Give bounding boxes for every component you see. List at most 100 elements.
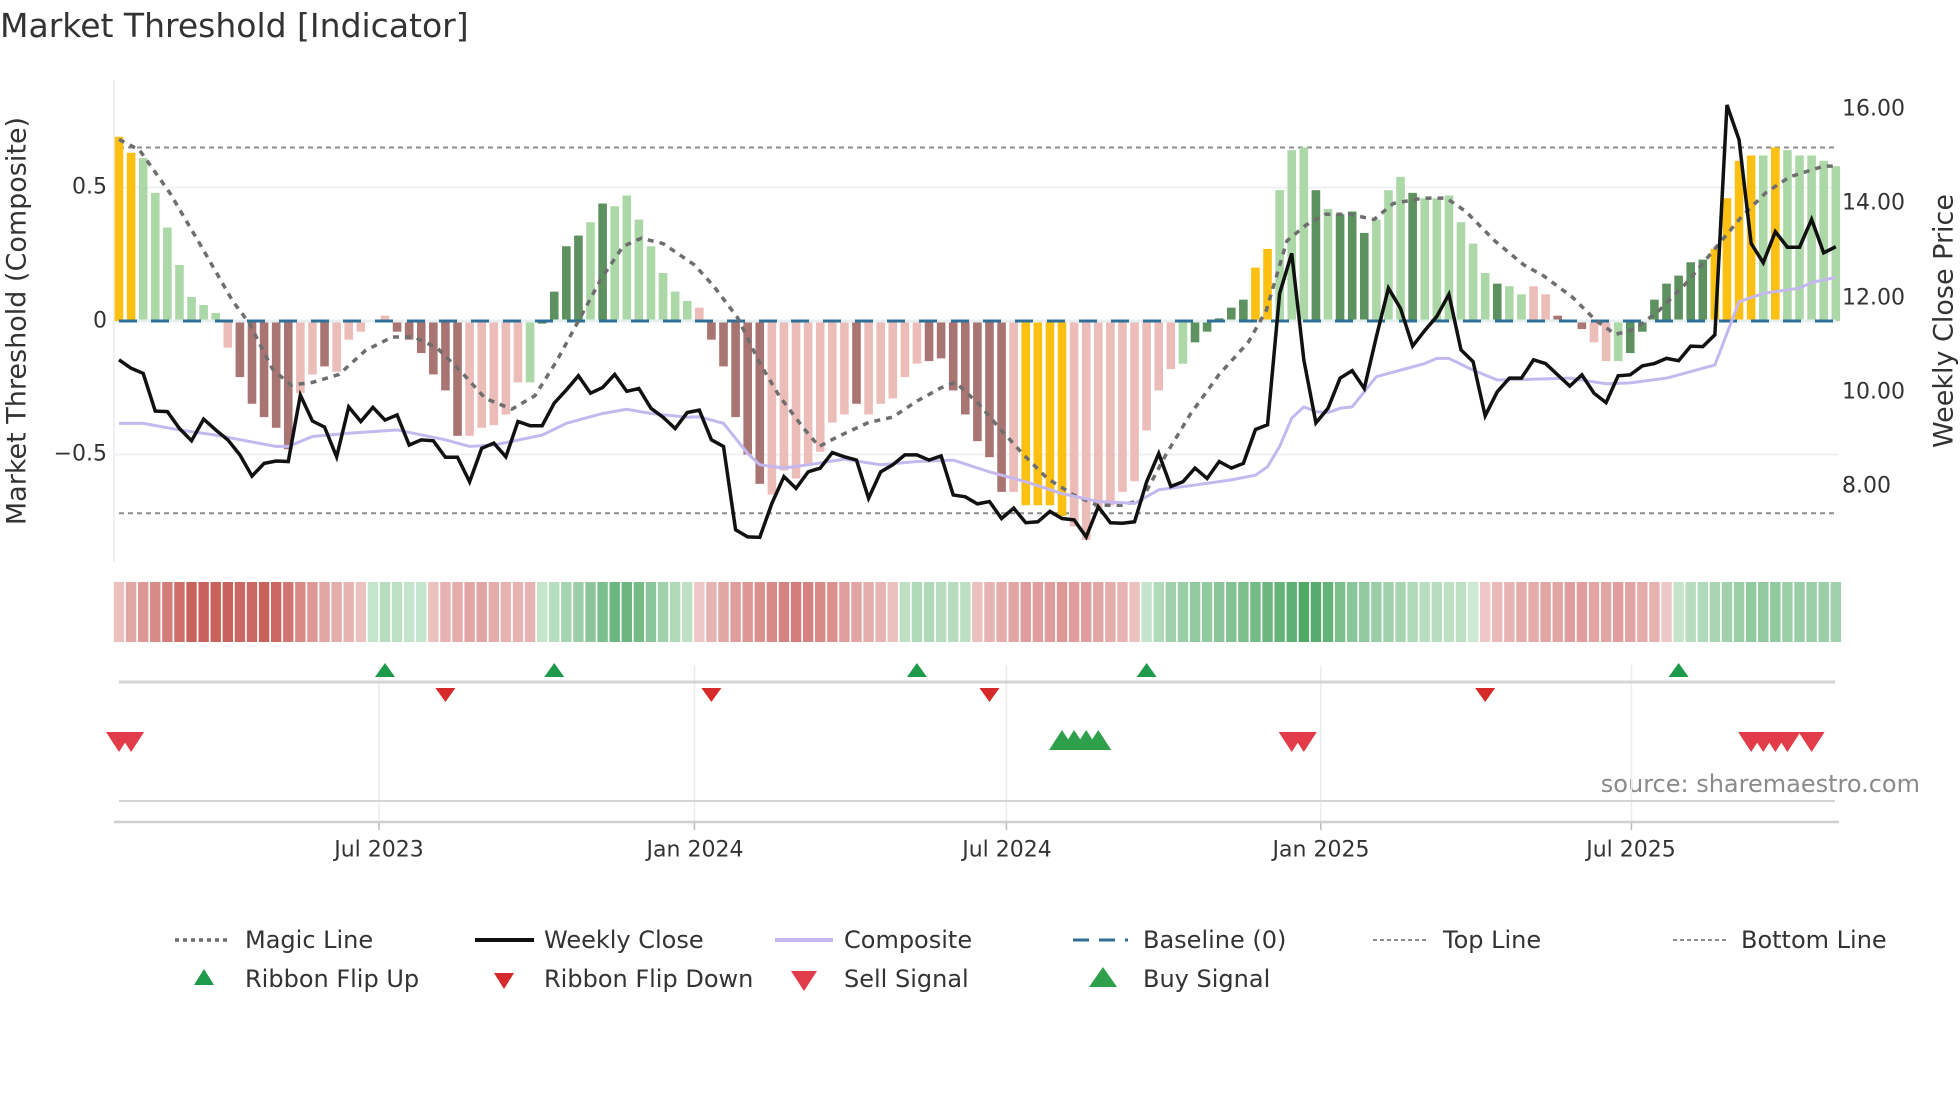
- ribbon-cell: [1105, 582, 1116, 642]
- ribbon-cell: [391, 582, 403, 642]
- bar: [1686, 262, 1695, 321]
- ribbon-cell: [923, 582, 935, 642]
- ribbon-flip-down-marker: [701, 688, 722, 702]
- ribbon-cell: [198, 582, 209, 642]
- bar: [344, 321, 354, 340]
- ribbon-cell: [1238, 582, 1249, 642]
- ribbon-cell: [222, 582, 234, 642]
- bar: [622, 195, 632, 321]
- ribbon-cell: [1334, 582, 1346, 642]
- ribbon-cell: [150, 582, 161, 642]
- ribbon-cell: [1758, 582, 1769, 642]
- ribbon-cell: [597, 582, 608, 642]
- ribbon-cell: [1770, 582, 1781, 642]
- bar: [646, 246, 656, 321]
- ribbon-flip-up-marker: [544, 663, 565, 677]
- ribbon-cell: [428, 582, 439, 642]
- bar: [187, 296, 196, 321]
- bar: [1529, 286, 1538, 321]
- ribbon-cell: [645, 582, 657, 642]
- ribbon-cell: [1250, 582, 1261, 642]
- bar: [973, 321, 982, 442]
- bar: [501, 321, 511, 415]
- bar: [235, 321, 245, 378]
- ribbon-cell: [1032, 582, 1044, 642]
- bar: [985, 321, 994, 458]
- ribbon-flip-up-marker: [1136, 663, 1157, 677]
- ribbon-cell: [137, 582, 149, 642]
- gridlines: [113, 80, 1839, 830]
- bar: [1783, 150, 1792, 321]
- ribbon-cell: [1455, 582, 1467, 642]
- legend-ribbon-flip-up-icon: [194, 969, 214, 985]
- bar: [562, 246, 571, 321]
- bar: [997, 321, 1006, 492]
- ribbon-cell: [1673, 582, 1684, 642]
- ribbon-cell: [1274, 582, 1285, 642]
- ribbon-cell: [948, 582, 959, 642]
- ribbon-cell: [1576, 582, 1588, 642]
- ribbon-cell: [1818, 582, 1829, 642]
- ribbon-cell: [113, 582, 125, 642]
- ribbon-cell: [960, 582, 971, 642]
- ribbon-cell: [1117, 582, 1128, 642]
- ribbon-cell: [1371, 582, 1382, 642]
- bar: [755, 321, 765, 484]
- bar: [1081, 321, 1091, 540]
- bar: [1674, 275, 1683, 321]
- bar: [150, 192, 160, 321]
- ribbon-cell: [1552, 582, 1563, 642]
- bar: [392, 321, 402, 332]
- legend-sell-signal-icon: [791, 971, 817, 991]
- ribbon-cell: [1637, 582, 1648, 642]
- ribbon-cell: [1226, 582, 1237, 642]
- ribbon-cell: [367, 582, 379, 642]
- bar: [1299, 147, 1309, 321]
- bar: [864, 321, 873, 415]
- bar: [513, 321, 523, 383]
- legend-ribbon-flip-up: Ribbon Flip Up: [245, 965, 420, 993]
- ribbon-flip-down-marker: [979, 688, 1000, 702]
- ribbon-flip-up-marker: [906, 663, 927, 677]
- ribbon-cell: [1612, 582, 1624, 642]
- ribbon-cell: [790, 582, 802, 642]
- bar: [223, 321, 233, 348]
- ribbon-cell: [778, 582, 790, 642]
- ribbon-cell: [899, 582, 911, 642]
- legend-buy-signal-icon: [1089, 967, 1117, 987]
- bar: [1396, 176, 1405, 321]
- bar: [1698, 259, 1708, 321]
- ribbon-cell: [536, 582, 548, 642]
- bar: [828, 321, 837, 423]
- bar: [1480, 272, 1490, 321]
- bar: [416, 321, 426, 354]
- bar: [948, 321, 958, 391]
- ribbon-cell: [440, 582, 451, 642]
- ribbon-cell: [1322, 582, 1334, 642]
- ribbon-cell: [1395, 582, 1406, 642]
- bar: [1190, 321, 1200, 343]
- bar: [670, 291, 680, 321]
- bar: [1613, 321, 1623, 362]
- ribbon-cell: [984, 582, 995, 642]
- bar: [441, 321, 450, 391]
- ribbon-cell: [1383, 582, 1394, 642]
- bar: [767, 321, 777, 495]
- legend-top-line: Top Line: [1443, 926, 1542, 954]
- ribbon-cell: [512, 582, 524, 642]
- ribbon-cell: [355, 582, 366, 642]
- bar: [1287, 150, 1297, 321]
- ribbon-cell: [561, 582, 572, 642]
- ribbon-cell: [1806, 582, 1817, 642]
- ribbon-cell: [1189, 582, 1201, 642]
- ribbon-cell: [730, 582, 741, 642]
- signal-markers: [106, 663, 1825, 752]
- bar: [1601, 321, 1611, 362]
- bar: [1118, 321, 1127, 492]
- ribbon-flip-up-marker: [374, 663, 395, 677]
- bar: [332, 321, 341, 372]
- ribbon-cell: [283, 582, 294, 642]
- ribbon-cell: [585, 582, 596, 642]
- bar: [1239, 299, 1248, 321]
- bar: [549, 291, 559, 321]
